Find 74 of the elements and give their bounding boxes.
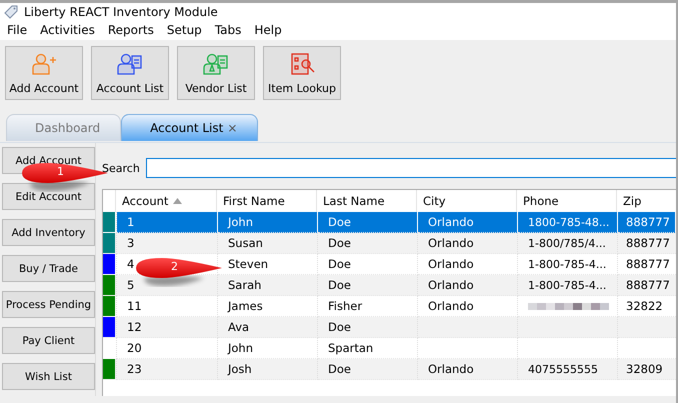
- table-cell: Orlando: [428, 299, 474, 313]
- table-cell: Doe: [328, 278, 351, 292]
- search-field[interactable]: [146, 158, 676, 178]
- search-label: Search: [102, 162, 140, 174]
- menu-item[interactable]: Tabs: [214, 23, 242, 37]
- table-cell: John: [228, 215, 254, 229]
- side-button[interactable]: Buy / Trade: [2, 255, 95, 282]
- tag-icon: [4, 4, 18, 18]
- tab[interactable]: Account List ×: [121, 114, 258, 141]
- side-button[interactable]: Add Inventory: [2, 219, 95, 246]
- table-cell: 23: [127, 362, 142, 376]
- table-row[interactable]: 23 Josh Doe Orlando 4075555555 32809: [103, 359, 676, 380]
- add-person-icon: [30, 52, 58, 76]
- menu-item[interactable]: Help: [254, 23, 282, 37]
- table-cell: 32822: [626, 299, 663, 313]
- table-row[interactable]: 1 John Doe Orlando 1800-785-48... 888777: [103, 212, 676, 233]
- table-cell: Susan: [228, 236, 263, 250]
- table-cell: 1: [127, 215, 134, 229]
- table-cell: 12: [127, 320, 142, 334]
- column-header[interactable]: Zip: [617, 190, 675, 212]
- close-icon[interactable]: ×: [227, 121, 238, 135]
- table-cell: 888777: [626, 215, 670, 229]
- table-cell: Sarah: [228, 278, 262, 292]
- menu-item[interactable]: Reports: [108, 23, 154, 37]
- table-cell: 3: [127, 236, 134, 250]
- person-list-icon: [116, 52, 144, 76]
- table-cell: 1-800-785-4...: [528, 278, 606, 292]
- table-cell: 5: [127, 278, 134, 292]
- table-cell: Doe: [328, 257, 351, 271]
- table-cell: 11: [127, 299, 142, 313]
- table-row[interactable]: 12 Ava Doe: [103, 317, 676, 338]
- table-cell: Orlando: [428, 257, 474, 271]
- table-row[interactable]: 5 Sarah Doe Orlando 1-800-785-4... 888777: [103, 275, 676, 296]
- table-cell: Fisher: [328, 299, 362, 313]
- table-cell: 4075555555: [528, 362, 598, 376]
- table-cell: Orlando: [428, 278, 474, 292]
- table-cell: Doe: [328, 236, 351, 250]
- table-cell: Orlando: [428, 215, 474, 229]
- table-cell: John: [228, 341, 254, 355]
- table-cell: 4: [127, 257, 134, 271]
- window-title: Liberty REACT Inventory Module: [24, 4, 218, 18]
- person-tie-icon: [202, 52, 230, 76]
- table-cell: 888777: [626, 257, 670, 271]
- side-button[interactable]: Wish List: [2, 363, 95, 390]
- table-cell: 1-800-785-4...: [528, 258, 606, 270]
- table-cell: 888777: [626, 278, 670, 292]
- table-cell: Orlando: [428, 362, 474, 376]
- menu-item[interactable]: Setup: [166, 23, 202, 37]
- side-button[interactable]: Pay Client: [2, 327, 95, 354]
- tab[interactable]: Dashboard: [6, 114, 122, 141]
- toolbar-button[interactable]: Account List: [91, 46, 169, 100]
- side-button[interactable]: Process Pending: [2, 291, 95, 318]
- table-cell: Doe: [328, 320, 351, 334]
- table-cell: 20: [127, 341, 142, 355]
- table-cell: Doe: [328, 362, 351, 376]
- table-row[interactable]: 3 Susan Doe Orlando 1-800/785/4... 888777: [103, 233, 676, 254]
- side-button[interactable]: Edit Account: [2, 183, 95, 210]
- table-cell: Josh: [228, 362, 252, 376]
- table-cell: Orlando: [428, 236, 474, 250]
- table-cell: 1-800/785/4...: [528, 236, 606, 250]
- table-cell: 32809: [626, 362, 663, 376]
- table-cell: Ava: [228, 320, 250, 334]
- menu-item[interactable]: File: [7, 23, 28, 37]
- toolbar-button[interactable]: Item Lookup: [263, 46, 341, 100]
- table-cell: James: [228, 299, 263, 313]
- table-cell: 1800-785-48...: [528, 216, 610, 228]
- table-cell: 888777: [626, 236, 670, 250]
- toolbar-button[interactable]: Add Account: [5, 46, 83, 100]
- callout-number: 2: [171, 260, 178, 273]
- table-cell: Spartan: [328, 341, 374, 355]
- table-cell: Steven: [228, 257, 268, 271]
- toolbar-button[interactable]: Vendor List: [177, 46, 255, 100]
- menu-item[interactable]: Activities: [40, 23, 95, 37]
- table-cell: Doe: [328, 215, 351, 229]
